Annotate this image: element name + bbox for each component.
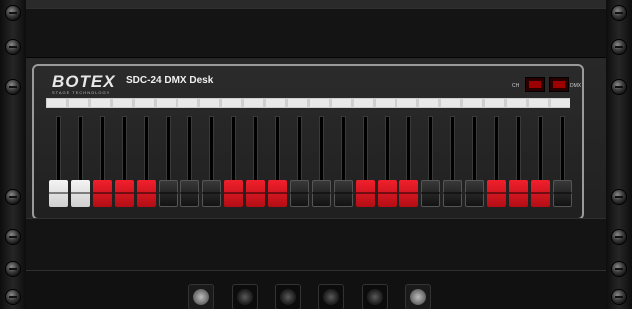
channel-label-cell [353, 99, 373, 107]
fader-knob[interactable] [92, 180, 112, 207]
fader-knob[interactable] [443, 180, 463, 207]
fader-knob[interactable] [246, 180, 266, 207]
xlr-connector [362, 284, 388, 309]
fader-knob[interactable] [399, 180, 419, 207]
rack-screw [6, 230, 20, 244]
channel-label-cell [178, 99, 198, 107]
channel-label-cell [200, 99, 220, 107]
channel-label-cell [222, 99, 242, 107]
channel-label-cell [550, 99, 570, 107]
rack-screw [6, 290, 20, 304]
channel-label-cell [287, 99, 307, 107]
rack-screw [612, 40, 626, 54]
fader-knob[interactable] [333, 180, 353, 207]
channel-label-cell [134, 99, 154, 107]
rack-screw [612, 290, 626, 304]
fader-knob[interactable] [355, 180, 375, 207]
channel-label-cell [244, 99, 264, 107]
rack-blank-panel-middle [26, 218, 606, 272]
rack-screw [612, 262, 626, 276]
connector-panel [26, 270, 606, 309]
channel-label-cell [156, 99, 176, 107]
channel-label-strip [46, 98, 570, 108]
xlr-connector [318, 284, 344, 309]
fader-knob[interactable] [465, 180, 485, 207]
rack-blank-panel-top [26, 8, 606, 58]
channel-label-cell [90, 99, 110, 107]
fader-knob[interactable] [158, 180, 178, 207]
channel-label-cell [266, 99, 285, 107]
rack-screw [6, 40, 20, 54]
fader-knob[interactable] [114, 180, 134, 207]
channel-label-cell [485, 99, 504, 107]
rack-scene: BOTEX STAGE TECHNOLOGY SDC-24 DMX Desk C… [0, 0, 632, 309]
fader-knob[interactable] [377, 180, 397, 207]
fader-knob[interactable] [49, 180, 68, 207]
channel-label-cell [397, 99, 417, 107]
fader-knob[interactable] [70, 180, 90, 207]
fader-knob[interactable] [180, 180, 200, 207]
rack-screw [612, 190, 626, 204]
channel-label-cell [112, 99, 132, 107]
fader-knob[interactable] [487, 180, 506, 207]
channel-label-cell [528, 99, 548, 107]
fader-knob[interactable] [421, 180, 441, 207]
dmx-display [549, 77, 569, 92]
channel-label-cell [68, 99, 88, 107]
fader-knob[interactable] [508, 180, 528, 207]
model-label: SDC-24 DMX Desk [126, 75, 214, 86]
ch-label: CH [512, 83, 520, 89]
xlr-connector [232, 284, 258, 309]
channel-label-cell [375, 99, 395, 107]
fader-knob[interactable] [224, 180, 244, 207]
brand-tagline: STAGE TECHNOLOGY [52, 90, 111, 95]
channel-label-cell [463, 99, 483, 107]
brand-logo: BOTEX [52, 72, 116, 91]
xlr-connector [188, 284, 214, 309]
xlr-connector [275, 284, 301, 309]
rack-screw [6, 262, 20, 276]
rack-screw [6, 6, 20, 20]
fader-knob[interactable] [289, 180, 309, 207]
dmx-label: DMX [570, 83, 582, 89]
rack-screw [6, 190, 20, 204]
channel-display [525, 77, 545, 92]
rack-screw [612, 6, 626, 20]
fader-knob[interactable] [202, 180, 222, 207]
channel-label-cell [47, 99, 66, 107]
channel-label-cell [506, 99, 526, 107]
rack-screw [612, 80, 626, 94]
channel-label-cell [331, 99, 351, 107]
rack-screw [6, 80, 20, 94]
channel-label-cell [441, 99, 461, 107]
xlr-connector [405, 284, 431, 309]
channel-label-cell [419, 99, 439, 107]
fader-knob[interactable] [136, 180, 156, 207]
fader-knob[interactable] [552, 180, 572, 207]
fader-knob[interactable] [268, 180, 287, 207]
dmx-desk: BOTEX STAGE TECHNOLOGY SDC-24 DMX Desk C… [32, 64, 584, 220]
fader-knob[interactable] [311, 180, 331, 207]
fader-knob[interactable] [530, 180, 550, 207]
channel-label-cell [309, 99, 329, 107]
rack-screw [612, 230, 626, 244]
